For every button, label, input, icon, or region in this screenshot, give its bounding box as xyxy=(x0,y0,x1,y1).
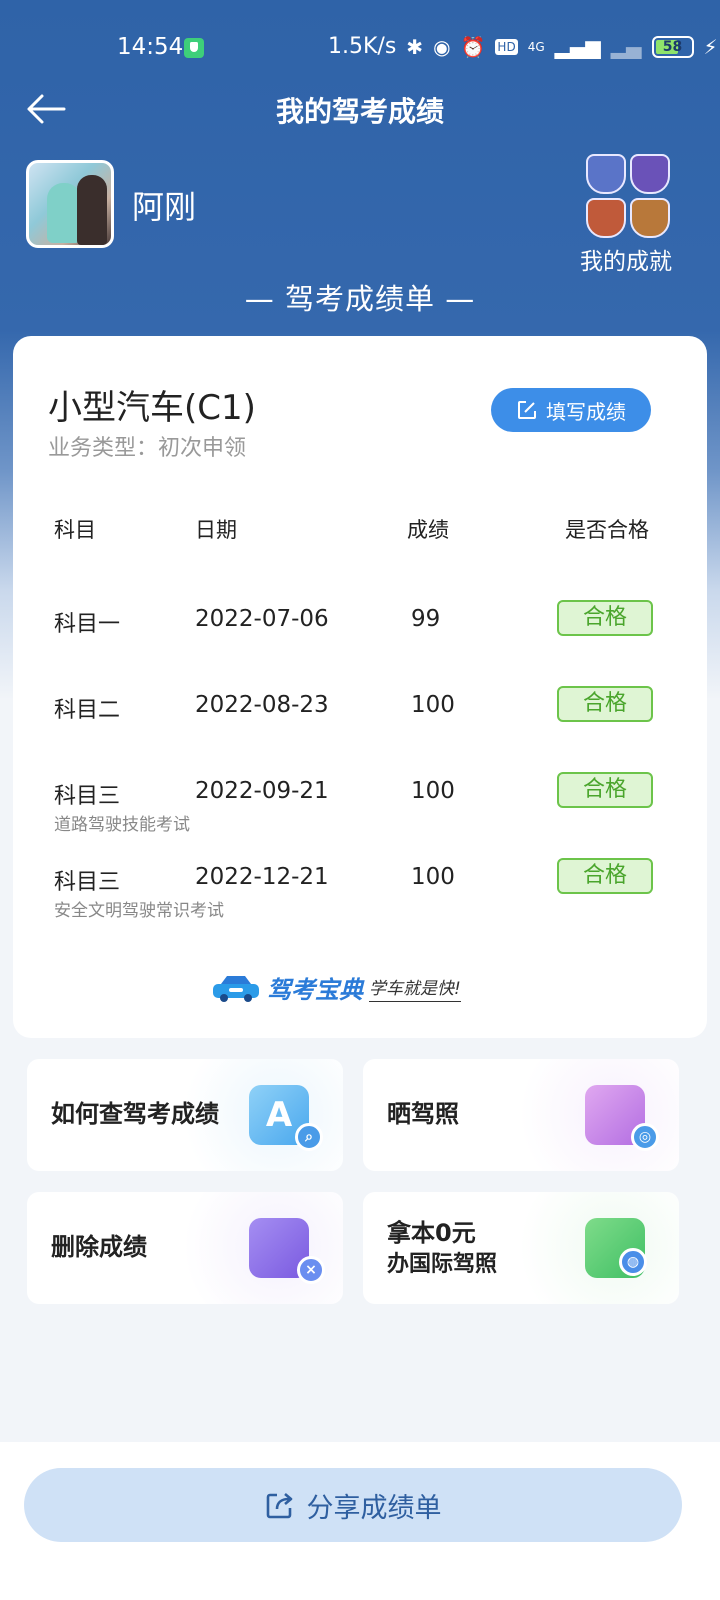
row-date: 2022-12-21 xyxy=(195,864,329,890)
brand-logo: 驾考宝典 学车就是快! xyxy=(211,970,461,1005)
table-row: 科目三 道路驾驶技能考试 2022-09-21 100 合格 xyxy=(13,772,707,858)
row-score: 100 xyxy=(411,692,455,718)
row-subject: 科目三 xyxy=(54,784,121,809)
charging-icon: ⚡ xyxy=(703,34,718,59)
brand-name: 驾考宝典 xyxy=(267,976,363,1004)
pass-badge: 合格 xyxy=(557,600,653,636)
show-license-tile[interactable]: 晒驾照 ◎ xyxy=(363,1059,679,1171)
row-subject: 科目三 xyxy=(54,870,121,895)
row-date: 2022-07-06 xyxy=(195,606,329,632)
score-card: 小型汽车(C1) 业务类型：初次申领 填写成绩 科目 日期 成绩 是否合格 科目… xyxy=(13,336,707,1038)
hd-icon: HD xyxy=(495,38,518,55)
car-type: 小型汽车(C1) xyxy=(48,388,256,428)
row-date: 2022-08-23 xyxy=(195,692,329,718)
network-speed: 1.5K/s xyxy=(328,34,397,59)
signal-2-icon: ▂▄ xyxy=(610,34,642,59)
status-time: 14:54 xyxy=(117,34,184,60)
magnifier-icon: ⌕ xyxy=(295,1123,323,1151)
achievement-badges-icon[interactable] xyxy=(586,154,674,238)
business-type: 业务类型：初次申领 xyxy=(48,436,247,461)
security-shield-icon xyxy=(184,38,204,58)
camera-icon: ◎ xyxy=(631,1123,659,1151)
user-name: 阿刚 xyxy=(132,188,197,226)
vibrate-icon: ◉ xyxy=(433,34,451,59)
row-score: 99 xyxy=(411,606,441,632)
table-row: 科目一 2022-07-06 99 合格 xyxy=(13,600,707,686)
tile-label: 晒驾照 xyxy=(387,1100,459,1128)
tile-label-line2: 办国际驾照 xyxy=(387,1252,498,1277)
pass-badge: 合格 xyxy=(557,772,653,808)
battery-level: 58 xyxy=(662,38,683,55)
network-type: 4G xyxy=(527,39,545,54)
header-subject: 科目 xyxy=(54,518,96,542)
page-title: 我的驾考成绩 xyxy=(275,95,444,128)
row-note: 道路驾驶技能考试 xyxy=(54,815,190,835)
pass-badge: 合格 xyxy=(557,858,653,894)
header-score: 成绩 xyxy=(407,518,449,542)
edit-icon xyxy=(518,401,536,419)
how-to-check-score-tile[interactable]: 如何查驾考成绩 A ⌕ xyxy=(27,1059,343,1171)
table-row: 科目三 安全文明驾驶常识考试 2022-12-21 100 合格 xyxy=(13,858,707,944)
share-button[interactable]: 分享成绩单 xyxy=(24,1468,682,1542)
bluetooth-icon: ✱ xyxy=(406,34,424,59)
car-logo-icon xyxy=(213,975,259,1002)
badge-icon xyxy=(586,154,626,194)
table-row: 科目二 2022-08-23 100 合格 xyxy=(13,686,707,772)
tile-label: 删除成绩 xyxy=(51,1233,147,1261)
status-bar: 14:54 1.5K/s ✱ ◉ ⏰ HD 4G ▂▄▆ ▂▄ 58 ⚡ xyxy=(0,28,720,68)
avatar[interactable] xyxy=(26,160,114,248)
share-label: 分享成绩单 xyxy=(306,1492,442,1524)
fill-score-label: 填写成绩 xyxy=(546,399,626,424)
brand-slogan: 学车就是快! xyxy=(369,974,461,1002)
header-pass: 是否合格 xyxy=(565,518,649,542)
row-score: 100 xyxy=(411,864,455,890)
row-subject: 科目二 xyxy=(54,698,121,723)
share-icon xyxy=(266,1493,292,1519)
close-icon: × xyxy=(297,1256,325,1284)
signal-icon: ▂▄▆ xyxy=(554,34,601,59)
row-date: 2022-09-21 xyxy=(195,778,329,804)
row-note: 安全文明驾驶常识考试 xyxy=(54,901,224,921)
row-subject: 科目一 xyxy=(54,612,121,637)
section-title: — 驾考成绩单 — xyxy=(244,282,476,316)
alarm-icon: ⏰ xyxy=(460,34,486,59)
badge-icon xyxy=(586,198,626,238)
globe-icon: ◍ xyxy=(619,1248,647,1276)
fill-score-button[interactable]: 填写成绩 xyxy=(491,388,651,432)
row-score: 100 xyxy=(411,778,455,804)
pass-badge: 合格 xyxy=(557,686,653,722)
header-date: 日期 xyxy=(195,518,237,542)
battery-icon: 58 xyxy=(651,35,694,58)
status-indicators: 1.5K/s ✱ ◉ ⏰ HD 4G ▂▄▆ ▂▄ 58 ⚡ xyxy=(328,34,718,59)
intl-license-tile[interactable]: 拿本0元 办国际驾照 ◍ xyxy=(363,1192,679,1304)
achievements-link[interactable]: 我的成就 xyxy=(580,242,672,276)
tile-label-line1: 拿本0元 xyxy=(387,1219,476,1247)
delete-score-tile[interactable]: 删除成绩 × xyxy=(27,1192,343,1304)
badge-icon xyxy=(630,198,670,238)
tile-label: 如何查驾考成绩 xyxy=(51,1100,219,1128)
badge-icon xyxy=(630,154,670,194)
